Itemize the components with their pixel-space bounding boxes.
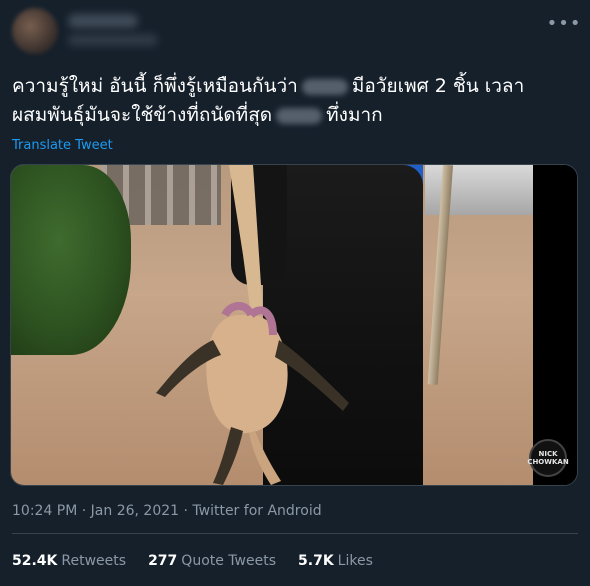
video-letterbox — [533, 165, 577, 485]
watermark-logo: NICK CHOWKAN — [527, 439, 569, 477]
photo-monitor-lizard — [156, 165, 349, 485]
photo-bushes — [11, 165, 131, 355]
more-horizontal-icon: ••• — [546, 13, 582, 34]
redacted-word — [276, 107, 323, 124]
tweet-text-line-2: ผสมพันธุ์มันจะใช้ข้างที่ถนัดที่สุด ทึ่งมา… — [12, 104, 383, 126]
redacted-word — [301, 78, 348, 95]
photo-scene — [11, 165, 535, 485]
tweet-stats: 52.4K Retweets 277 Quote Tweets 5.7K Likes — [12, 553, 373, 569]
divider — [12, 533, 578, 534]
tweet-timestamp[interactable]: 10:24 PM · Jan 26, 2021 · Twitter for An… — [12, 503, 322, 519]
tweet-text: ความรู้ใหม่ อันนี้ ก็พึ่งรู้เหมือนกันว่า… — [12, 72, 578, 130]
translate-tweet-link[interactable]: Translate Tweet — [12, 138, 113, 153]
tweet-text-line-1: ความรู้ใหม่ อันนี้ ก็พึ่งรู้เหมือนกันว่า… — [12, 75, 525, 97]
handle-redacted[interactable] — [68, 34, 158, 46]
avatar[interactable] — [12, 8, 58, 54]
tweet-media-image[interactable]: NICK CHOWKAN — [10, 164, 578, 486]
tweet-header: ••• — [12, 4, 581, 60]
retweets-stat[interactable]: 52.4K Retweets — [12, 553, 126, 569]
quote-tweets-stat[interactable]: 277 Quote Tweets — [148, 553, 276, 569]
display-name-redacted[interactable] — [68, 14, 138, 28]
likes-stat[interactable]: 5.7K Likes — [298, 553, 373, 569]
more-options-button[interactable]: ••• — [547, 12, 581, 36]
